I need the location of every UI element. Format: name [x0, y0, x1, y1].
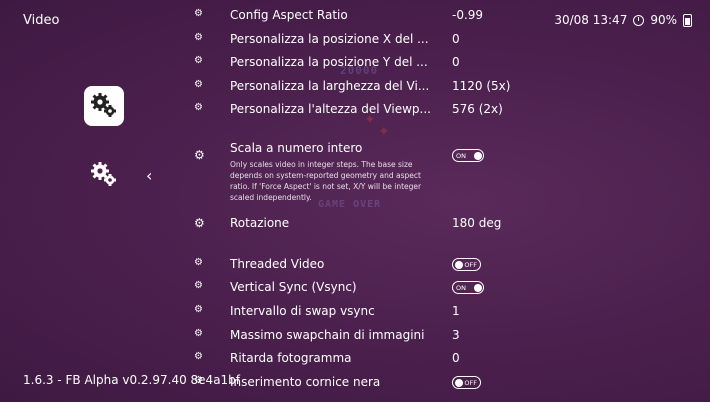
page-title: Video: [23, 13, 60, 28]
setting-description: Only scales video in integer steps. The …: [230, 160, 422, 202]
toggle-state: OFF: [464, 378, 477, 387]
status-bar: 30/08 13:47 90%: [554, 13, 692, 27]
gear-icon: ⚙: [194, 102, 203, 113]
toggle-switch[interactable]: OFF: [452, 376, 481, 389]
setting-label: Inserimento cornice nera: [230, 375, 381, 389]
version-info: 1.6.3 - FB Alpha v0.2.97.40 8e4a1bf: [23, 373, 241, 387]
setting-label: Personalizza la posizione X del ...: [230, 32, 429, 46]
gear-icon: ⚙: [194, 8, 203, 19]
gear-icon: ⚙: [194, 351, 203, 362]
toggle-switch[interactable]: ON: [452, 281, 484, 294]
toggle-state: OFF: [464, 260, 477, 269]
toggle-knob: [454, 378, 463, 387]
toggle-knob: [454, 260, 463, 269]
gear-icon: ⚙: [194, 328, 203, 339]
setting-label: Personalizza la larghezza del Vi...: [230, 79, 430, 93]
setting-value: 1: [452, 304, 460, 318]
gear-icon: ⚙: [194, 216, 205, 230]
gear-icon: ⚙: [194, 257, 203, 268]
toggle-knob: [473, 283, 482, 292]
setting-label: Personalizza l'altezza del Viewp...: [230, 102, 431, 116]
setting-label: Massimo swapchain di immagini: [230, 328, 425, 342]
datetime: 30/08 13:47: [554, 13, 628, 27]
setting-value: 0: [452, 32, 460, 46]
gear-icon: ⚙: [194, 148, 205, 162]
gear-icon: ⚙: [194, 304, 203, 315]
setting-value: 180 deg: [452, 216, 502, 230]
toggle-switch[interactable]: OFF: [452, 258, 481, 271]
setting-value: 0: [452, 55, 460, 69]
toggle-state: ON: [456, 283, 466, 292]
setting-label: Config Aspect Ratio: [230, 8, 348, 22]
gear-icon: ⚙: [194, 79, 203, 90]
setting-label: Scala a numero intero: [230, 141, 363, 155]
gear-icon: ⚙: [194, 280, 203, 291]
setting-value: 1120 (5x): [452, 79, 511, 93]
gear-icon: ⚙: [194, 32, 203, 43]
setting-label: Ritarda fotogramma: [230, 351, 352, 365]
settings-gears-icon[interactable]: [84, 86, 124, 126]
settings-gears-icon[interactable]: [87, 158, 121, 192]
toggle-switch[interactable]: ON: [452, 149, 484, 162]
clock-icon: [633, 14, 645, 26]
setting-label: Rotazione: [230, 216, 290, 230]
setting-value: 3: [452, 328, 460, 342]
setting-label: Intervallo di swap vsync: [230, 304, 375, 318]
background-sprite: ✦: [378, 124, 390, 140]
chevron-left-icon[interactable]: ‹: [146, 166, 152, 185]
gear-icon: ⚙: [194, 55, 203, 66]
setting-label: Threaded Video: [230, 257, 325, 271]
toggle-knob: [473, 151, 482, 160]
setting-label: Personalizza la posizione Y del ...: [230, 55, 428, 69]
battery-level: 90%: [650, 13, 677, 27]
battery-icon: [683, 13, 692, 27]
setting-label: Vertical Sync (Vsync): [230, 280, 357, 294]
setting-value: 0: [452, 351, 460, 365]
toggle-state: ON: [456, 151, 466, 160]
setting-value: 576 (2x): [452, 102, 503, 116]
setting-value: -0.99: [452, 8, 484, 22]
setting-integer-scale[interactable]: ⚙ Scala a numero intero Only scales vide…: [190, 141, 700, 211]
